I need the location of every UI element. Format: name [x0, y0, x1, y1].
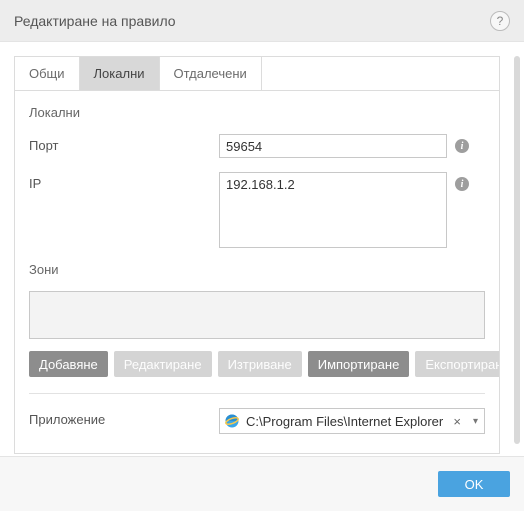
info-icon[interactable]: i	[455, 139, 469, 153]
delete-button: Изтриване	[218, 351, 302, 377]
scrollbar[interactable]	[514, 56, 520, 444]
row-application: Приложение C:\Program Files\Internet Exp…	[29, 408, 485, 434]
ok-button[interactable]: OK	[438, 471, 510, 497]
section-title: Локални	[29, 105, 485, 120]
content-panel: Общи Локални Отдалечени Локални Порт i I…	[14, 56, 500, 454]
chevron-down-icon[interactable]: ▾	[471, 416, 480, 427]
tab-body-local: Локални Порт i IP i Зони Добавяне Реда	[15, 91, 499, 434]
zones-button-row: Добавяне Редактиране Изтриване Импортира…	[29, 351, 485, 377]
clear-icon[interactable]: ×	[449, 414, 465, 429]
export-button: Експортиране	[415, 351, 500, 377]
internet-explorer-icon	[224, 413, 240, 429]
zones-listbox[interactable]	[29, 291, 485, 339]
edit-button: Редактиране	[114, 351, 212, 377]
application-label: Приложение	[29, 408, 219, 427]
zones-label: Зони	[29, 262, 485, 277]
add-button[interactable]: Добавяне	[29, 351, 108, 377]
row-port: Порт i	[29, 134, 485, 158]
info-icon[interactable]: i	[455, 177, 469, 191]
help-icon[interactable]: ?	[490, 11, 510, 31]
body-area: Общи Локални Отдалечени Локални Порт i I…	[0, 42, 524, 456]
window-title: Редактиране на правило	[14, 13, 176, 29]
application-field[interactable]: C:\Program Files\Internet Explorer\ × ▾	[219, 408, 485, 434]
application-path: C:\Program Files\Internet Explorer\	[246, 414, 443, 429]
import-button[interactable]: Импортиране	[308, 351, 410, 377]
row-ip: IP i	[29, 172, 485, 248]
window-header: Редактиране на правило ?	[0, 0, 524, 42]
port-input[interactable]	[219, 134, 447, 158]
tab-remote[interactable]: Отдалечени	[160, 57, 262, 90]
port-label: Порт	[29, 134, 219, 153]
footer: OK	[0, 456, 524, 511]
tab-local[interactable]: Локални	[80, 57, 160, 90]
tab-general[interactable]: Общи	[15, 57, 80, 90]
tabs: Общи Локални Отдалечени	[15, 57, 499, 91]
ip-input[interactable]	[219, 172, 447, 248]
divider	[29, 393, 485, 394]
ip-label: IP	[29, 172, 219, 191]
